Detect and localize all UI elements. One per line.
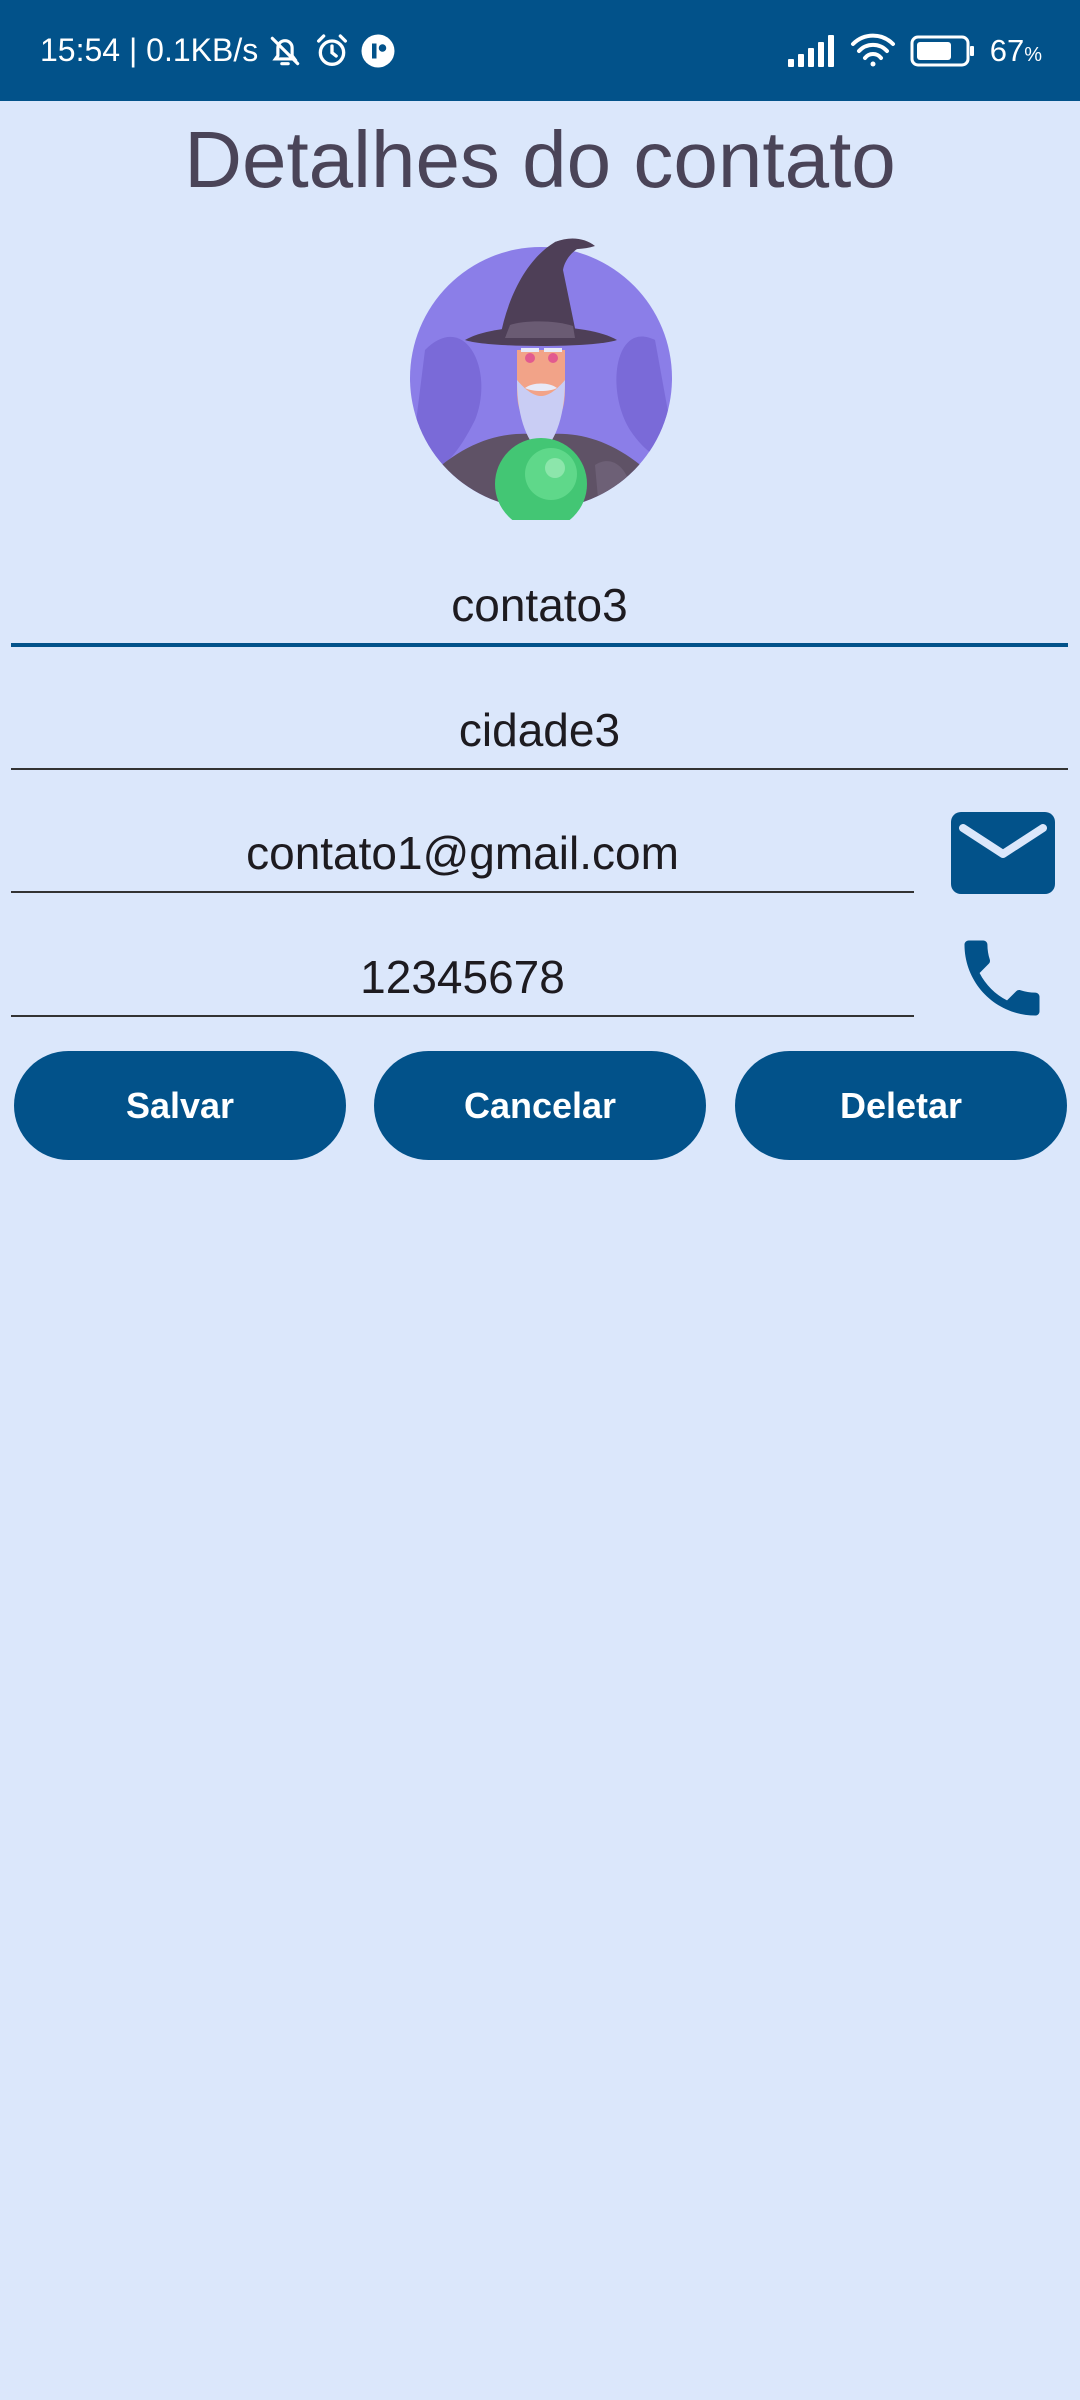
battery-icon [910,35,976,67]
cancel-button[interactable]: Cancelar [374,1051,706,1160]
city-field-underline [11,768,1068,770]
battery-value: 67 [989,32,1025,68]
name-field-value: contato3 [451,579,628,631]
status-right: 67% [787,0,1042,101]
email-field-value: contato1@gmail.com [246,827,679,879]
phone-field[interactable]: 12345678 [11,947,914,1017]
status-left: 15:54 | 0.1KB/s [40,0,396,101]
send-email-button[interactable] [949,810,1057,896]
name-field[interactable]: contato3 [11,575,1068,647]
city-field-value: cidade3 [458,704,621,756]
city-field[interactable]: cidade3 [11,700,1068,770]
phone-field-value: 12345678 [360,951,565,1003]
mail-icon [951,812,1055,894]
email-field[interactable]: contato1@gmail.com [11,823,914,893]
alarm-icon [312,31,352,71]
battery-percent: 67% [990,33,1042,69]
email-field-underline [11,891,914,893]
battery-unit: % [1024,43,1042,66]
phone-field-underline [11,1015,914,1017]
wifi-icon [850,33,896,69]
status-time-speed: 15:54 | 0.1KB/s [40,32,259,68]
delete-button[interactable]: Deletar [735,1051,1067,1160]
save-button[interactable]: Salvar [14,1051,346,1160]
page-title: Detalhes do contato [184,115,896,204]
status-bar: 15:54 | 0.1KB/s 67% [0,0,1080,101]
call-button[interactable] [950,928,1054,1028]
muted-bell-icon [266,32,304,70]
phone-icon [964,940,1040,1016]
app-notification-icon [360,33,396,69]
wizard-avatar-icon [410,238,672,530]
contact-avatar[interactable] [405,230,677,530]
name-field-underline [11,643,1068,647]
signal-icon [787,34,836,67]
